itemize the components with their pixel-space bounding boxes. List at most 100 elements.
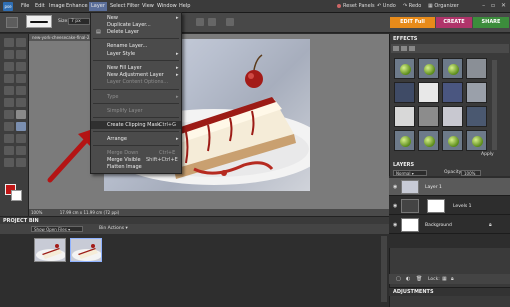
menu-layer[interactable]: Layer bbox=[89, 2, 107, 11]
marquee-tool-icon[interactable] bbox=[4, 62, 14, 71]
lock-transparent-icon[interactable]: ▦ bbox=[442, 276, 447, 282]
layer-row-background[interactable]: ◉ Background 🔒︎ bbox=[389, 216, 510, 234]
menu-window[interactable]: Window bbox=[157, 3, 177, 9]
adjustment-layer-button-icon[interactable]: ◐ bbox=[406, 276, 410, 282]
adjustments-panel-header[interactable]: ADJUSTMENTS bbox=[389, 287, 510, 296]
menu-item-new-adjustment-layer[interactable]: New Adjustment Layer bbox=[107, 72, 164, 78]
healing-brush-tool-icon[interactable] bbox=[16, 98, 26, 107]
effect-thumbnail[interactable] bbox=[394, 58, 415, 79]
menu-image[interactable]: Image bbox=[49, 3, 65, 9]
type-tool-icon[interactable] bbox=[4, 86, 14, 95]
pencil-tool-icon[interactable] bbox=[16, 110, 26, 119]
hand-tool-icon[interactable] bbox=[16, 38, 26, 47]
effect-thumbnail[interactable] bbox=[418, 82, 439, 103]
menu-item-delete-layer[interactable]: Delete Layer bbox=[107, 29, 139, 35]
layer-thumbnail bbox=[401, 218, 419, 232]
redo-icon: ↷ bbox=[403, 3, 408, 9]
shortcut-merge-down: Ctrl+E bbox=[159, 150, 176, 156]
project-bin-scrollbar[interactable] bbox=[381, 236, 387, 302]
menu-item-rename-layer[interactable]: Rename Layer... bbox=[107, 43, 147, 49]
gradient-tool-icon[interactable] bbox=[16, 134, 26, 143]
undo-button[interactable]: ↶ Undo bbox=[377, 3, 396, 9]
eyedropper-tool-icon[interactable] bbox=[4, 50, 14, 59]
menu-item-new[interactable]: New bbox=[107, 15, 118, 21]
move-tool-icon[interactable] bbox=[16, 50, 26, 59]
background-color-swatch[interactable] bbox=[11, 190, 22, 201]
menu-item-flatten-image[interactable]: Flatten Image bbox=[107, 164, 142, 170]
effect-thumbnail[interactable] bbox=[418, 58, 439, 79]
menu-file[interactable]: File bbox=[21, 3, 29, 9]
menu-filter[interactable]: Filter bbox=[127, 3, 139, 9]
visibility-eye-icon[interactable]: ◉ bbox=[393, 203, 397, 209]
effect-thumbnail[interactable] bbox=[466, 106, 487, 127]
menu-item-merge-visible[interactable]: Merge Visible bbox=[107, 157, 141, 163]
menu-item-layer-style[interactable]: Layer Style bbox=[107, 51, 135, 57]
visibility-eye-icon[interactable]: ◉ bbox=[393, 184, 397, 190]
menu-item-create-clipping-mask[interactable]: Create Clipping Mask bbox=[107, 122, 160, 128]
magic-wand-tool-icon[interactable] bbox=[4, 74, 14, 83]
effect-thumbnail[interactable] bbox=[394, 130, 415, 151]
menu-item-type: Type bbox=[107, 94, 119, 100]
visibility-eye-icon[interactable]: ◉ bbox=[393, 222, 397, 228]
thumbnail-original[interactable] bbox=[34, 238, 66, 262]
zoom-tool-icon[interactable] bbox=[4, 38, 14, 47]
menu-edit[interactable]: Edit bbox=[35, 3, 45, 9]
clone-stamp-tool-icon[interactable] bbox=[4, 110, 14, 119]
sponge-tool-icon[interactable] bbox=[4, 158, 14, 167]
menu-item-arrange[interactable]: Arrange bbox=[107, 136, 127, 142]
crop-tool-icon[interactable] bbox=[16, 86, 26, 95]
effect-thumbnail[interactable] bbox=[442, 82, 463, 103]
new-layer-icon[interactable]: ▢ bbox=[396, 276, 401, 282]
redo-button[interactable]: ↷ Redo bbox=[403, 3, 421, 9]
bin-actions-menu[interactable]: Bin Actions ▾ bbox=[99, 226, 128, 231]
effect-thumbnail[interactable] bbox=[418, 130, 439, 151]
menu-select[interactable]: Select bbox=[110, 3, 125, 9]
thumbnail-current[interactable] bbox=[70, 238, 102, 262]
eraser-tool-icon[interactable] bbox=[4, 122, 14, 131]
effect-thumbnail[interactable] bbox=[442, 106, 463, 127]
red-eye-tool-icon[interactable] bbox=[4, 98, 14, 107]
effect-thumbnail[interactable] bbox=[394, 82, 415, 103]
brush-stroke-icon bbox=[30, 21, 48, 23]
lasso-tool-icon[interactable] bbox=[16, 62, 26, 71]
project-bin-header[interactable]: PROJECT BIN bbox=[0, 216, 389, 224]
zoom-level[interactable]: 100% bbox=[31, 210, 42, 215]
effect-thumbnail[interactable] bbox=[466, 130, 487, 151]
effect-thumbnail[interactable] bbox=[466, 82, 487, 103]
menu-view[interactable]: View bbox=[142, 3, 154, 9]
menu-item-duplicate-layer[interactable]: Duplicate Layer... bbox=[107, 22, 151, 28]
effect-thumbnail[interactable] bbox=[418, 106, 439, 127]
brush-tool-button[interactable] bbox=[16, 122, 26, 131]
reset-panels-button[interactable]: Reset Panels bbox=[337, 3, 375, 9]
menu-help[interactable]: Help bbox=[179, 3, 190, 9]
smart-brush-tool-icon[interactable] bbox=[16, 158, 26, 167]
effects-apply-button[interactable]: Apply bbox=[481, 152, 494, 157]
menu-separator bbox=[93, 117, 179, 118]
effects-photo-effects-icon[interactable] bbox=[409, 46, 415, 51]
paint-bucket-tool-icon[interactable] bbox=[4, 134, 14, 143]
delete-layer-button-icon[interactable]: 🗑︎ bbox=[416, 276, 422, 282]
size-field[interactable]: 7 px bbox=[68, 18, 90, 25]
brush-tool-icon[interactable] bbox=[6, 17, 18, 28]
effects-scrollbar[interactable] bbox=[492, 60, 497, 150]
quick-selection-tool-icon[interactable] bbox=[16, 74, 26, 83]
effect-thumbnail[interactable] bbox=[442, 58, 463, 79]
layer-name: Levels 1 bbox=[453, 204, 472, 209]
layer-thumbnail bbox=[401, 180, 419, 194]
effect-thumbnail[interactable] bbox=[466, 58, 487, 79]
effect-thumbnail[interactable] bbox=[442, 130, 463, 151]
layer-row-levels-1[interactable]: ◉ Levels 1 bbox=[389, 197, 510, 215]
lock-all-icon[interactable]: 🔒︎ bbox=[451, 276, 454, 282]
effects-filters-icon[interactable] bbox=[393, 46, 399, 51]
organizer-button[interactable]: ▦ Organizer bbox=[428, 3, 459, 9]
menu-enhance[interactable]: Enhance bbox=[66, 3, 88, 9]
thumbnail-image bbox=[72, 244, 101, 261]
layer-row-layer-1[interactable]: ◉ Layer 1 bbox=[389, 178, 510, 196]
show-open-files-dropdown[interactable]: Show Open Files ▾ bbox=[31, 226, 83, 232]
effect-thumbnail[interactable] bbox=[394, 106, 415, 127]
shape-tool-icon[interactable] bbox=[4, 146, 14, 155]
blur-tool-icon[interactable] bbox=[16, 146, 26, 155]
menu-item-new-fill-layer[interactable]: New Fill Layer bbox=[107, 65, 142, 71]
effects-styles-icon[interactable] bbox=[401, 46, 407, 51]
window-controls[interactable]: – ▫ ✕ bbox=[482, 2, 508, 9]
